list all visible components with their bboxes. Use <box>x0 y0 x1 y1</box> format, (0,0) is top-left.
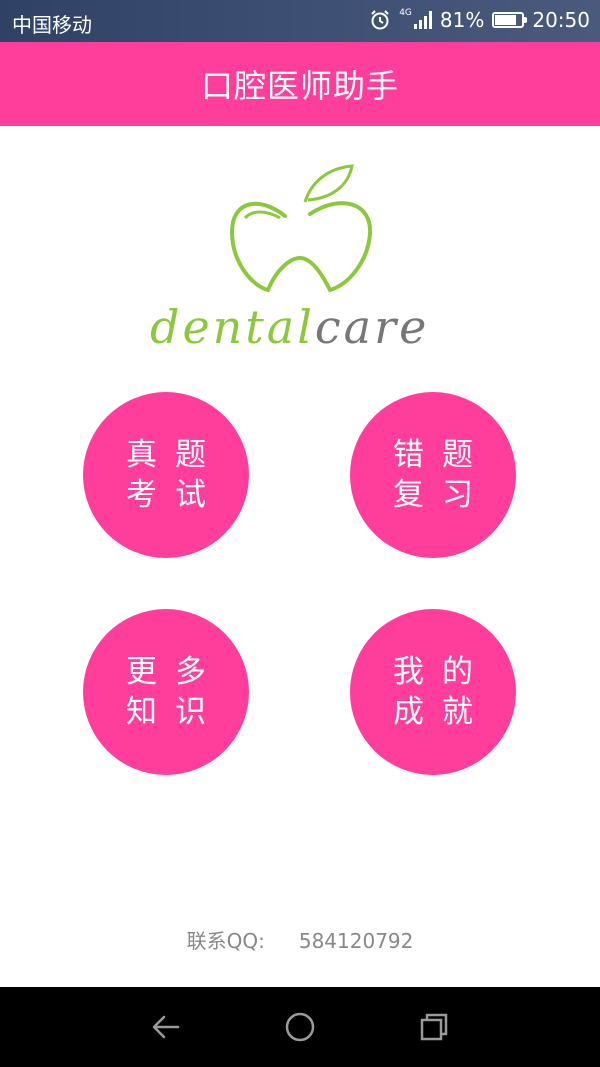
logo-word-care: care <box>314 300 430 354</box>
logo-word-dental: dental <box>150 300 315 354</box>
review-button-line1: 错题 <box>393 437 491 473</box>
my-achievements-button[interactable]: 我的 成就 <box>350 609 516 775</box>
status-icons: 4G 81% 20:50 <box>369 8 590 32</box>
contact-info: 联系QQ: 584120792 <box>0 925 600 954</box>
review-mistakes-button[interactable]: 错题 复习 <box>350 392 516 558</box>
alarm-icon <box>371 10 389 30</box>
more-knowledge-button[interactable]: 更多 知识 <box>83 609 249 775</box>
app-bar: 口腔医师助手 <box>0 42 600 126</box>
system-nav-bar <box>0 987 600 1067</box>
dentalcare-logo: dentalcare <box>140 160 460 360</box>
recent-apps-icon[interactable] <box>418 1011 450 1043</box>
battery-icon <box>492 12 528 28</box>
achievements-button-line1: 我的 <box>393 654 491 690</box>
knowledge-button-line1: 更多 <box>126 654 224 690</box>
status-bar: 中国移动 4G 81% 20:50 <box>0 0 600 42</box>
apple-tooth-icon <box>229 164 373 293</box>
knowledge-button-line2: 知识 <box>126 694 224 730</box>
logo-wordmark: dentalcare <box>150 300 429 354</box>
network-type: 4G <box>399 8 412 18</box>
battery-percent: 81% <box>439 8 485 32</box>
exam-button-line2: 考试 <box>126 477 224 513</box>
achievements-button-line2: 成就 <box>393 694 491 730</box>
signal-icon <box>413 11 432 29</box>
battery-fill <box>495 15 517 25</box>
carrier-name: 中国移动 <box>12 13 92 37</box>
clock: 20:50 <box>532 8 590 32</box>
home-icon[interactable] <box>284 1011 316 1043</box>
exam-button-line1: 真题 <box>126 437 224 473</box>
exam-button[interactable]: 真题 考试 <box>83 392 249 558</box>
contact-label: 联系QQ: <box>186 929 265 953</box>
back-icon[interactable] <box>150 1011 182 1043</box>
page-title: 口腔医师助手 <box>200 67 399 105</box>
review-button-line2: 复习 <box>393 477 491 513</box>
contact-qq-number: 584120792 <box>298 929 414 953</box>
